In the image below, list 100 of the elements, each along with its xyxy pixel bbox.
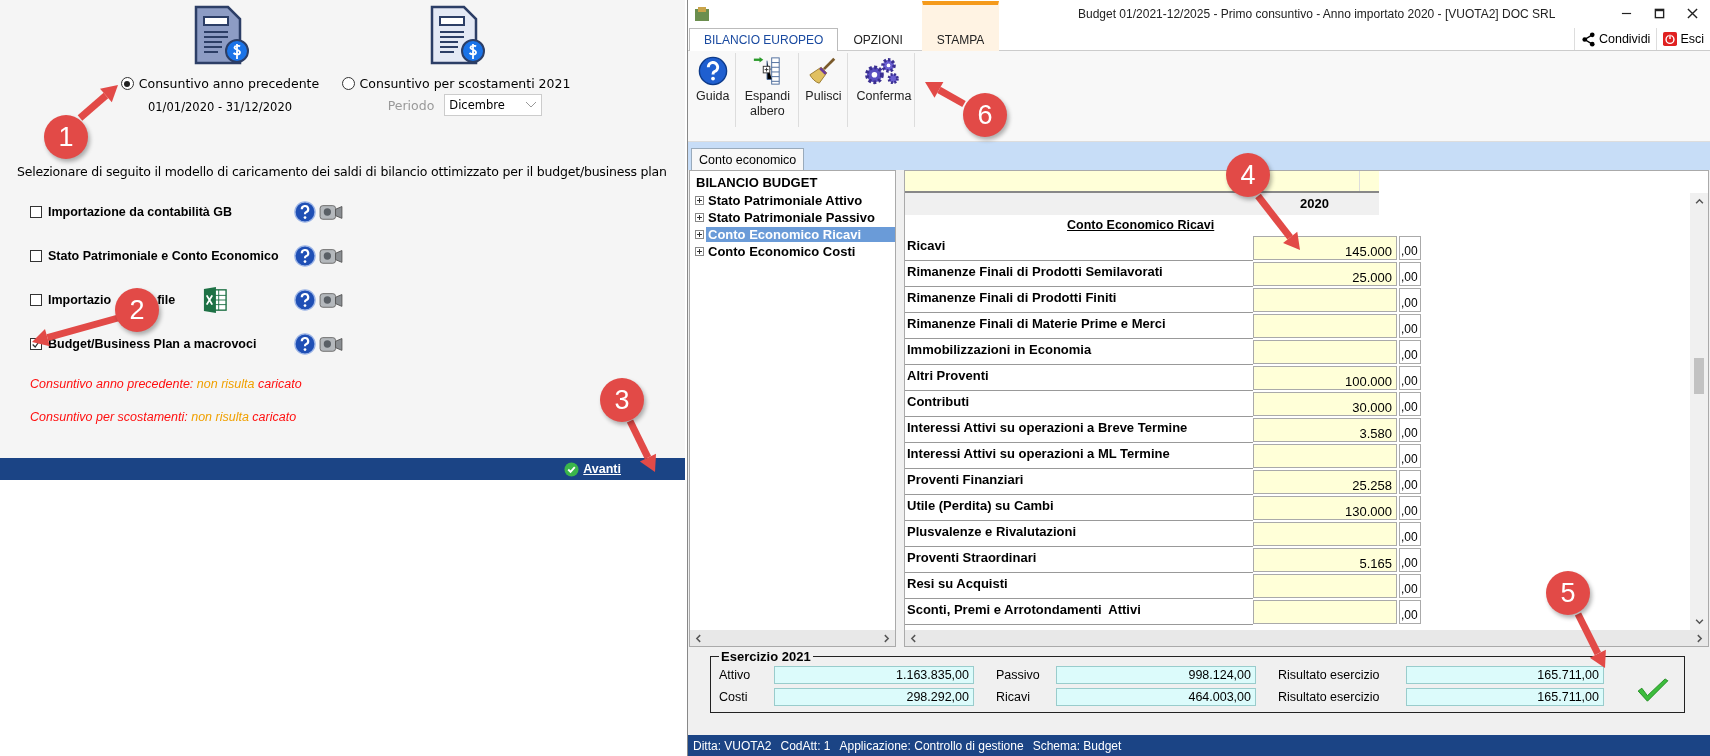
row-label: Rimanenze Finali di Prodotti Semilavorati (905, 261, 1253, 287)
maximize-icon[interactable] (1654, 8, 1665, 19)
tree-item[interactable]: Conto Economico Costi (706, 244, 858, 259)
video-camera-icon[interactable] (319, 334, 343, 354)
close-icon[interactable] (1687, 8, 1698, 19)
instruction-text: Selezionare di seguito il modello di caricamento dei saldi di bilancio ottimizzato per il budget/business plan (17, 164, 667, 179)
amount-field[interactable] (1253, 444, 1397, 468)
amount-field[interactable] (1253, 522, 1397, 546)
decimals-cell: ,00 (1399, 288, 1421, 312)
scroll-left-icon[interactable] (909, 633, 918, 643)
share-icon (1580, 31, 1596, 47)
amount-field[interactable] (1253, 600, 1397, 624)
radio-button[interactable] (120, 77, 134, 90)
scroll-right-icon[interactable] (1695, 633, 1704, 643)
help-icon[interactable] (294, 201, 316, 223)
scroll-right-icon[interactable] (882, 633, 891, 643)
row-label: Interessi Attivi su operazioni a Breve Termine (905, 417, 1253, 443)
amount-field[interactable]: 130.000 (1253, 496, 1397, 520)
row-label: Interessi Attivi su operazioni a ML Termine (905, 443, 1253, 469)
field-label: Attivo (719, 668, 752, 682)
next-link[interactable]: Avanti (564, 461, 621, 477)
check-icon (1636, 678, 1670, 704)
ribbon-tab[interactable]: STAMPA (921, 1, 1000, 51)
amount-field[interactable] (1253, 288, 1397, 312)
callout-arrow (1255, 193, 1300, 250)
amount-field[interactable]: 5.165 (1253, 548, 1397, 572)
expand-icon[interactable] (695, 230, 704, 239)
decimals-cell: ,00 (1399, 522, 1421, 546)
field-label: Risultato esercizio (1278, 690, 1381, 704)
video-camera-icon[interactable] (319, 246, 343, 266)
scroll-thumb[interactable] (1694, 358, 1704, 394)
amount-field[interactable]: 25.000 (1253, 262, 1397, 286)
field-label: Passivo (996, 668, 1041, 682)
decimals-cell: ,00 (1399, 574, 1421, 598)
sheet-tab[interactable]: Conto economico (691, 148, 805, 170)
expand-icon[interactable] (695, 213, 704, 222)
scroll-left-icon[interactable] (694, 633, 703, 643)
gears-icon (862, 56, 901, 86)
scroll-down-icon[interactable] (1694, 617, 1704, 626)
option-label[interactable]: Stato Patrimoniale e Conto Economico (48, 249, 279, 263)
help-icon[interactable] (294, 333, 316, 355)
clear-button[interactable]: Pulisci (799, 53, 849, 127)
amount-field[interactable]: 100.000 (1253, 366, 1397, 390)
row-label: Ricavi (905, 235, 1253, 261)
scroll-up-icon[interactable] (1694, 197, 1704, 206)
expand-icon[interactable] (695, 196, 704, 205)
ribbon-tab[interactable]: BILANCIO EUROPEO (689, 28, 839, 51)
expand-tree-button[interactable]: Espandi albero (736, 53, 800, 127)
amount-field[interactable]: 30.000 (1253, 392, 1397, 416)
video-camera-icon[interactable] (319, 290, 343, 310)
help-icon[interactable] (294, 245, 316, 267)
option-label[interactable]: Importazione da contabilità GB (48, 205, 233, 219)
warning-text: Consuntivo anno precedente: non risulta caricato (30, 377, 302, 391)
amount-field[interactable] (1253, 340, 1397, 364)
period-dropdown[interactable]: Dicembre (444, 94, 543, 116)
decimals-cell: ,00 (1399, 548, 1421, 572)
period-label: Periodo (387, 97, 435, 113)
tree-item[interactable]: Stato Patrimoniale Attivo (706, 193, 865, 208)
vertical-scrollbar[interactable] (1690, 193, 1708, 630)
power-icon (1663, 32, 1678, 46)
radio-button[interactable] (341, 77, 355, 90)
field-label: Risultato esercizio (1278, 668, 1381, 682)
checkbox[interactable] (30, 250, 42, 262)
row-label: Sconti, Premi e Arrotondamenti Attivi (905, 599, 1253, 625)
tree-item[interactable]: Stato Patrimoniale Passivo (706, 210, 877, 225)
expand-icon[interactable] (695, 247, 704, 256)
group-title: Esercizio 2021 (720, 649, 812, 664)
help-button[interactable]: Guida (690, 53, 737, 127)
decimals-cell: ,00 (1399, 366, 1421, 390)
section-title: Conto Economico Ricavi (1066, 217, 1216, 234)
amount-field[interactable]: 25.258 (1253, 470, 1397, 494)
horizontal-scrollbar[interactable] (690, 630, 895, 646)
callout-arrow (626, 419, 657, 472)
option-label[interactable]: file (157, 293, 176, 307)
radio-label[interactable]: Consuntivo anno precedente (138, 76, 320, 91)
option-label[interactable]: Importazio (48, 293, 112, 307)
horizontal-scrollbar[interactable] (905, 630, 1708, 646)
row-label: Resi su Acquisti (905, 573, 1253, 599)
help-icon (697, 56, 728, 86)
share-button[interactable]: Condividi (1573, 28, 1657, 50)
amount-field[interactable]: 145.000 (1253, 236, 1397, 260)
decimals-cell: ,00 (1399, 392, 1421, 416)
field-label: Ricavi (996, 690, 1032, 704)
checkbox[interactable] (30, 206, 42, 218)
decimals-cell: ,00 (1399, 496, 1421, 520)
amount-field[interactable]: 3.580 (1253, 418, 1397, 442)
confirm-button[interactable]: Conferma (848, 53, 916, 127)
status-text: CodAtt: 1 (780, 738, 831, 753)
radio-label[interactable]: Consuntivo per scostamenti 2021 (359, 76, 571, 91)
amount-field[interactable] (1253, 574, 1397, 598)
ribbon-tab[interactable]: OPZIONI (838, 28, 918, 51)
help-icon[interactable] (294, 289, 316, 311)
option-label[interactable]: Budget/Business Plan a macrovoci (48, 337, 257, 351)
decimals-cell: ,00 (1399, 262, 1421, 286)
video-camera-icon[interactable] (319, 202, 343, 222)
exit-button[interactable]: Esci (1656, 28, 1710, 50)
amount-field[interactable] (1253, 314, 1397, 338)
row-label: Contributi (905, 391, 1253, 417)
checkbox[interactable] (30, 294, 42, 306)
row-label: Altri Proventi (905, 365, 1253, 391)
